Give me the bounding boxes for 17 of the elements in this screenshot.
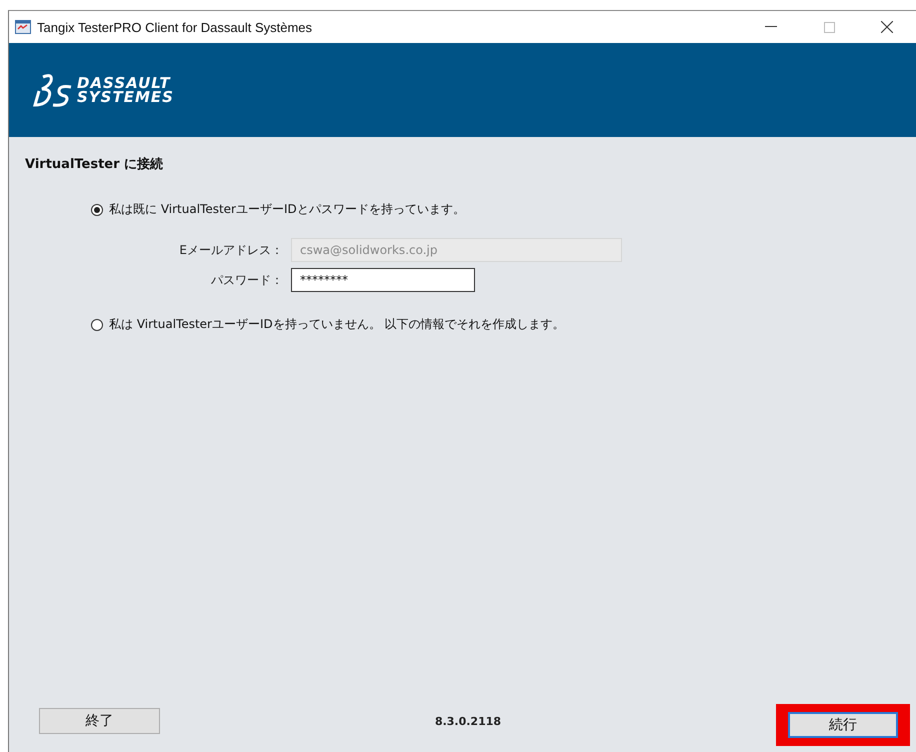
quit-button[interactable]: 終了 xyxy=(39,708,160,734)
input-field[interactable]: ******** xyxy=(291,268,475,292)
minimize-icon xyxy=(765,26,777,28)
radio-button[interactable] xyxy=(91,318,103,330)
radio-label: 私は既に VirtualTesterユーザーIDとパスワードを持っています。 xyxy=(109,201,465,218)
radio-label: 私は VirtualTesterユーザーIDを持っていません。 以下の情報でそれを作成します。 xyxy=(109,316,565,333)
window-title: Tangix TesterPRO Client for Dassault Systèmes xyxy=(37,20,312,34)
company-logo: DASSAULT SYSTEMES xyxy=(33,73,174,107)
field-label: Eメールアドレス： xyxy=(178,242,283,258)
maximize-icon xyxy=(824,22,834,32)
field-label: パスワード： xyxy=(210,272,283,288)
app-icon xyxy=(15,20,31,34)
section-heading: VirtualTester に接続 xyxy=(25,156,164,173)
close-icon xyxy=(881,21,893,33)
radio-button[interactable] xyxy=(91,204,103,216)
version-label: 8.3.0.2118 xyxy=(434,714,502,728)
continue-button[interactable]: 続行 xyxy=(788,712,898,738)
